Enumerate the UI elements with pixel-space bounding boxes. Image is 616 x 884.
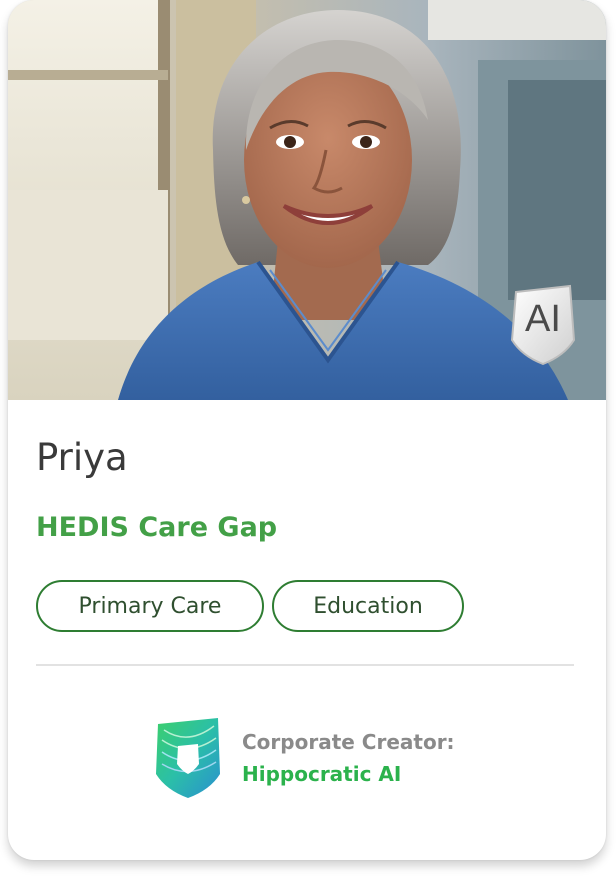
ai-badge-label: AI xyxy=(525,298,561,340)
creator-label: Corporate Creator: xyxy=(242,730,455,754)
tag-list: Primary Care Education xyxy=(36,580,464,632)
creator-name[interactable]: Hippocratic AI xyxy=(242,756,455,792)
agent-name: Priya xyxy=(36,436,128,479)
tag-primary-care[interactable]: Primary Care xyxy=(36,580,264,632)
ai-badge: AI xyxy=(510,284,576,366)
agent-role: HEDIS Care Gap xyxy=(36,512,278,543)
creator-text: Corporate Creator: Hippocratic AI xyxy=(242,728,455,792)
tag-education[interactable]: Education xyxy=(272,580,464,632)
agent-card[interactable]: AI Priya HEDIS Care Gap Primary Care Edu… xyxy=(8,0,606,860)
corporate-creator: Corporate Creator: Hippocratic AI xyxy=(154,716,474,800)
divider xyxy=(36,664,574,666)
hippocratic-shield-logo-icon xyxy=(156,718,220,798)
